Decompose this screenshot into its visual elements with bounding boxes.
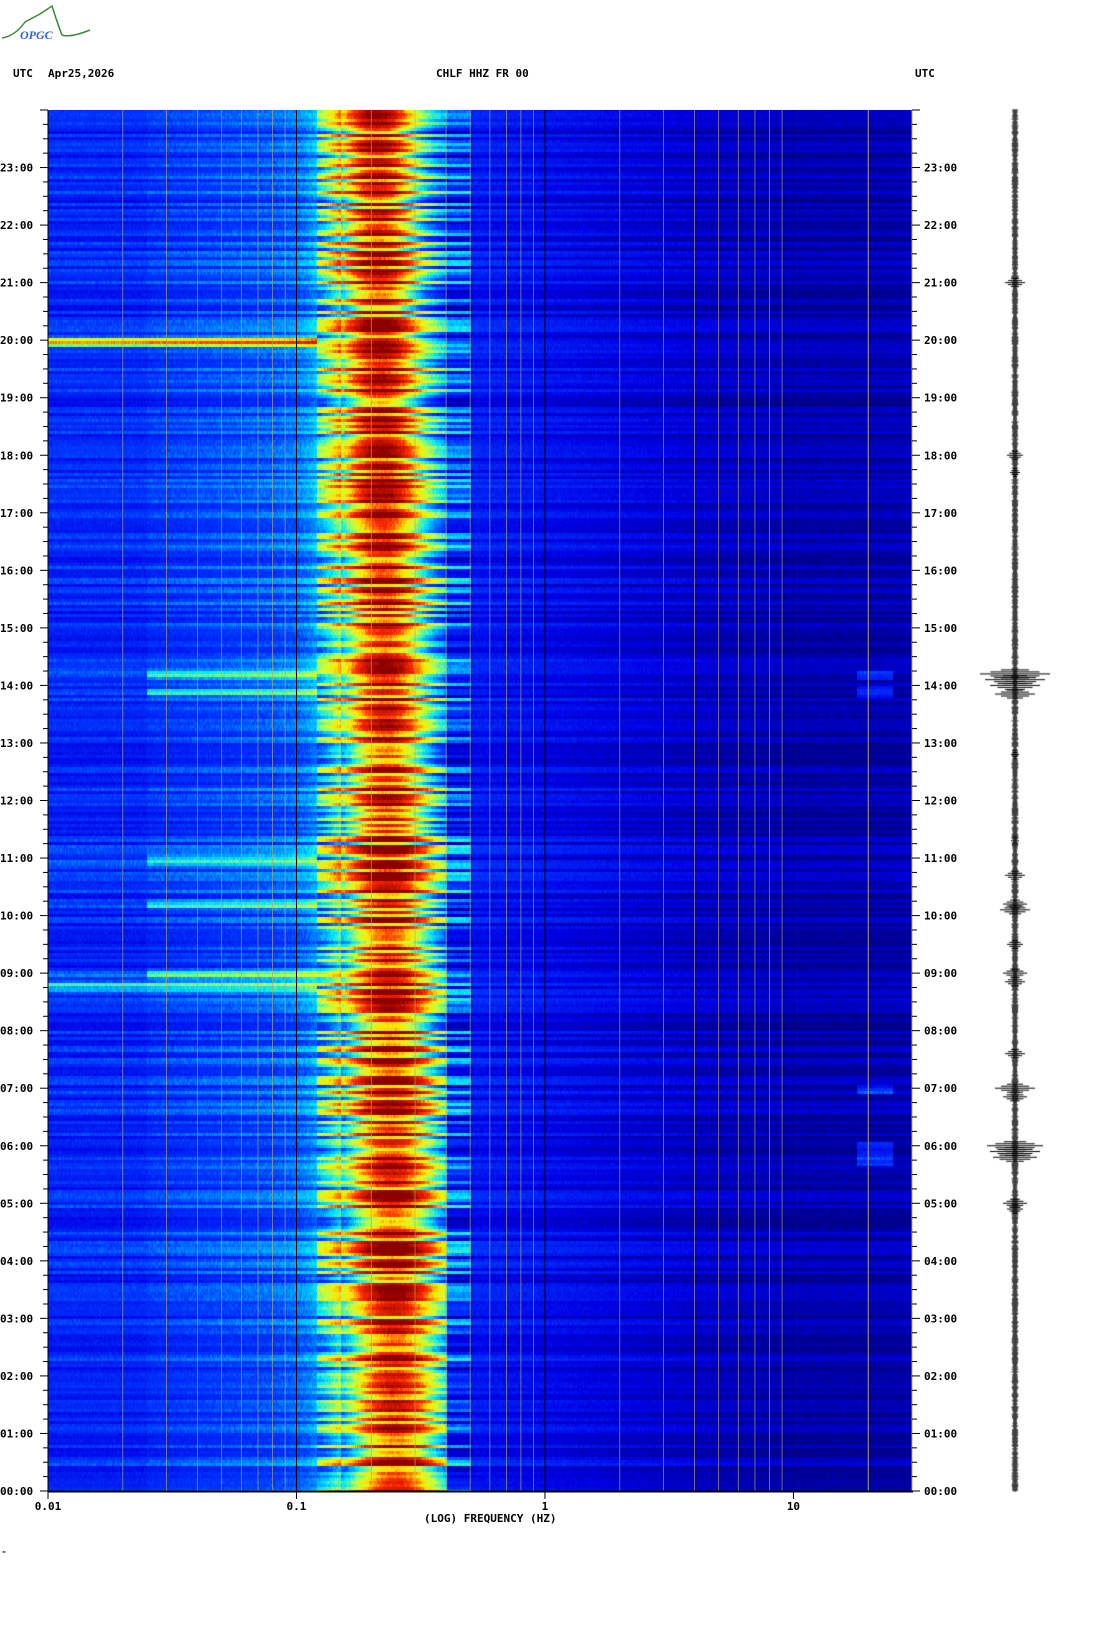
y-tick-label-right: 14:00 [924, 679, 957, 692]
y-tick-label-right: 22:00 [924, 219, 957, 232]
y-tick-label-right: 23:00 [924, 162, 957, 175]
y-tick-label-left: 15:00 [0, 622, 33, 635]
y-tick-label-left: 20:00 [0, 334, 33, 347]
y-tick-label-left: 05:00 [0, 1197, 33, 1210]
footer-mark: " [2, 1550, 7, 1558]
y-tick-label-left: 00:00 [0, 1485, 33, 1498]
y-tick-label-left: 22:00 [0, 219, 33, 232]
y-tick-label-right: 09:00 [924, 967, 957, 980]
y-tick-label-left: 04:00 [0, 1255, 33, 1268]
y-tick-label-right: 18:00 [924, 449, 957, 462]
y-tick-label-left: 18:00 [0, 449, 33, 462]
seismogram-trace [975, 105, 1060, 1495]
y-tick-label-right: 06:00 [924, 1140, 957, 1153]
y-tick-label-right: 04:00 [924, 1255, 957, 1268]
x-tick-label: 10 [787, 1500, 800, 1513]
y-tick-label-left: 17:00 [0, 507, 33, 520]
y-tick-label-right: 01:00 [924, 1427, 957, 1440]
y-tick-label-right: 15:00 [924, 622, 957, 635]
y-tick-label-right: 05:00 [924, 1197, 957, 1210]
y-tick-label-right: 19:00 [924, 392, 957, 405]
y-tick-label-left: 14:00 [0, 679, 33, 692]
y-tick-label-left: 11:00 [0, 852, 33, 865]
y-tick-label-left: 10:00 [0, 910, 33, 923]
x-axis-label: (LOG) FREQUENCY (HZ) [424, 1512, 557, 1525]
y-tick-label-right: 13:00 [924, 737, 957, 750]
y-tick-label-right: 00:00 [924, 1485, 957, 1498]
y-tick-label-left: 08:00 [0, 1025, 33, 1038]
chart-axes: 0.01 0.1 1 1000:00 00:0001:00 01:0002:00 02:00… [0, 109, 957, 1513]
y-tick-label-right: 11:00 [924, 852, 957, 865]
y-tick-label-right: 07:00 [924, 1082, 957, 1095]
y-tick-label-right: 16:00 [924, 564, 957, 577]
y-tick-label-left: 19:00 [0, 392, 33, 405]
y-tick-label-left: 21:00 [0, 277, 33, 290]
y-tick-label-right: 08:00 [924, 1025, 957, 1038]
y-tick-label-right: 03:00 [924, 1312, 957, 1325]
y-tick-label-left: 02:00 [0, 1370, 33, 1383]
y-tick-label-right: 12:00 [924, 795, 957, 808]
y-tick-label-left: 23:00 [0, 162, 33, 175]
y-tick-label-right: 21:00 [924, 277, 957, 290]
y-tick-label-right: 17:00 [924, 507, 957, 520]
y-tick-label-right: 02:00 [924, 1370, 957, 1383]
y-tick-label-right: 10:00 [924, 910, 957, 923]
y-tick-label-left: 09:00 [0, 967, 33, 980]
y-tick-label-left: 01:00 [0, 1427, 33, 1440]
y-tick-label-right: 20:00 [924, 334, 957, 347]
x-tick-label: 0.01 [35, 1500, 62, 1513]
x-tick-label: 0.1 [287, 1500, 307, 1513]
y-tick-label-left: 16:00 [0, 564, 33, 577]
y-tick-label-left: 07:00 [0, 1082, 33, 1095]
y-tick-label-left: 03:00 [0, 1312, 33, 1325]
y-tick-label-left: 06:00 [0, 1140, 33, 1153]
y-tick-label-left: 12:00 [0, 795, 33, 808]
y-tick-label-left: 13:00 [0, 737, 33, 750]
